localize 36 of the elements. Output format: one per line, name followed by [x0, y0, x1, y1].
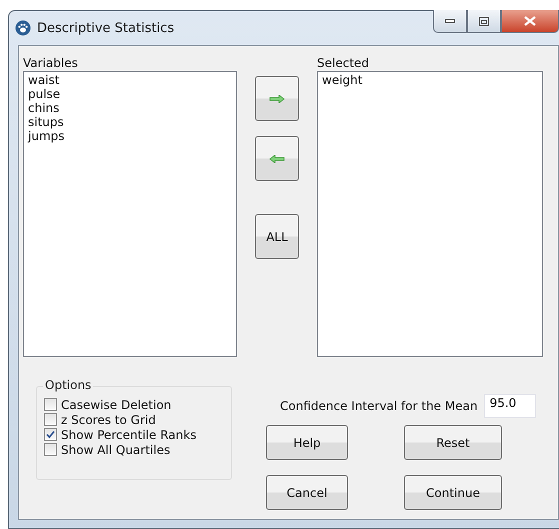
- list-item[interactable]: situps: [28, 115, 232, 129]
- paw-icon: [15, 20, 31, 36]
- list-item[interactable]: weight: [322, 73, 538, 87]
- close-icon: [524, 16, 536, 26]
- option-checkbox[interactable]: Show All Quartiles: [44, 442, 231, 457]
- checkbox[interactable]: [44, 443, 57, 456]
- variables-label: Variables: [23, 56, 79, 71]
- options-title: Options: [43, 378, 94, 392]
- list-item[interactable]: chins: [28, 101, 232, 115]
- left-arrow-icon: [269, 154, 285, 162]
- checkbox[interactable]: [44, 398, 57, 411]
- list-item[interactable]: jumps: [28, 129, 232, 143]
- window-title: Descriptive Statistics: [37, 20, 174, 36]
- confidence-field[interactable]: 95.0: [484, 394, 536, 418]
- dialog-button[interactable]: Cancel: [266, 475, 348, 510]
- minimize-button[interactable]: [433, 10, 467, 33]
- option-checkbox[interactable]: Casewise Deletion: [44, 397, 231, 412]
- list-item[interactable]: waist: [28, 73, 232, 87]
- option-checkbox[interactable]: z Scores to Grid: [44, 412, 231, 427]
- checkbox[interactable]: [44, 428, 57, 441]
- remove-button[interactable]: [255, 136, 299, 181]
- list-item[interactable]: pulse: [28, 87, 232, 101]
- dialog-button[interactable]: Reset: [404, 425, 502, 460]
- dialog-button[interactable]: Continue: [404, 475, 502, 510]
- option-checkbox[interactable]: Show Percentile Ranks: [44, 427, 231, 442]
- restore-icon: [479, 16, 489, 26]
- checkbox[interactable]: [44, 413, 57, 426]
- selected-label: Selected: [317, 56, 370, 71]
- minimize-icon: [445, 19, 455, 23]
- maximize-button[interactable]: [467, 10, 501, 33]
- right-arrow-icon: [269, 94, 285, 102]
- dialog-button[interactable]: Help: [266, 425, 348, 460]
- add-button[interactable]: [255, 76, 299, 121]
- all-button[interactable]: ALL: [255, 214, 299, 259]
- close-button[interactable]: [501, 10, 559, 33]
- confidence-label: Confidence Interval for the Mean: [280, 398, 478, 414]
